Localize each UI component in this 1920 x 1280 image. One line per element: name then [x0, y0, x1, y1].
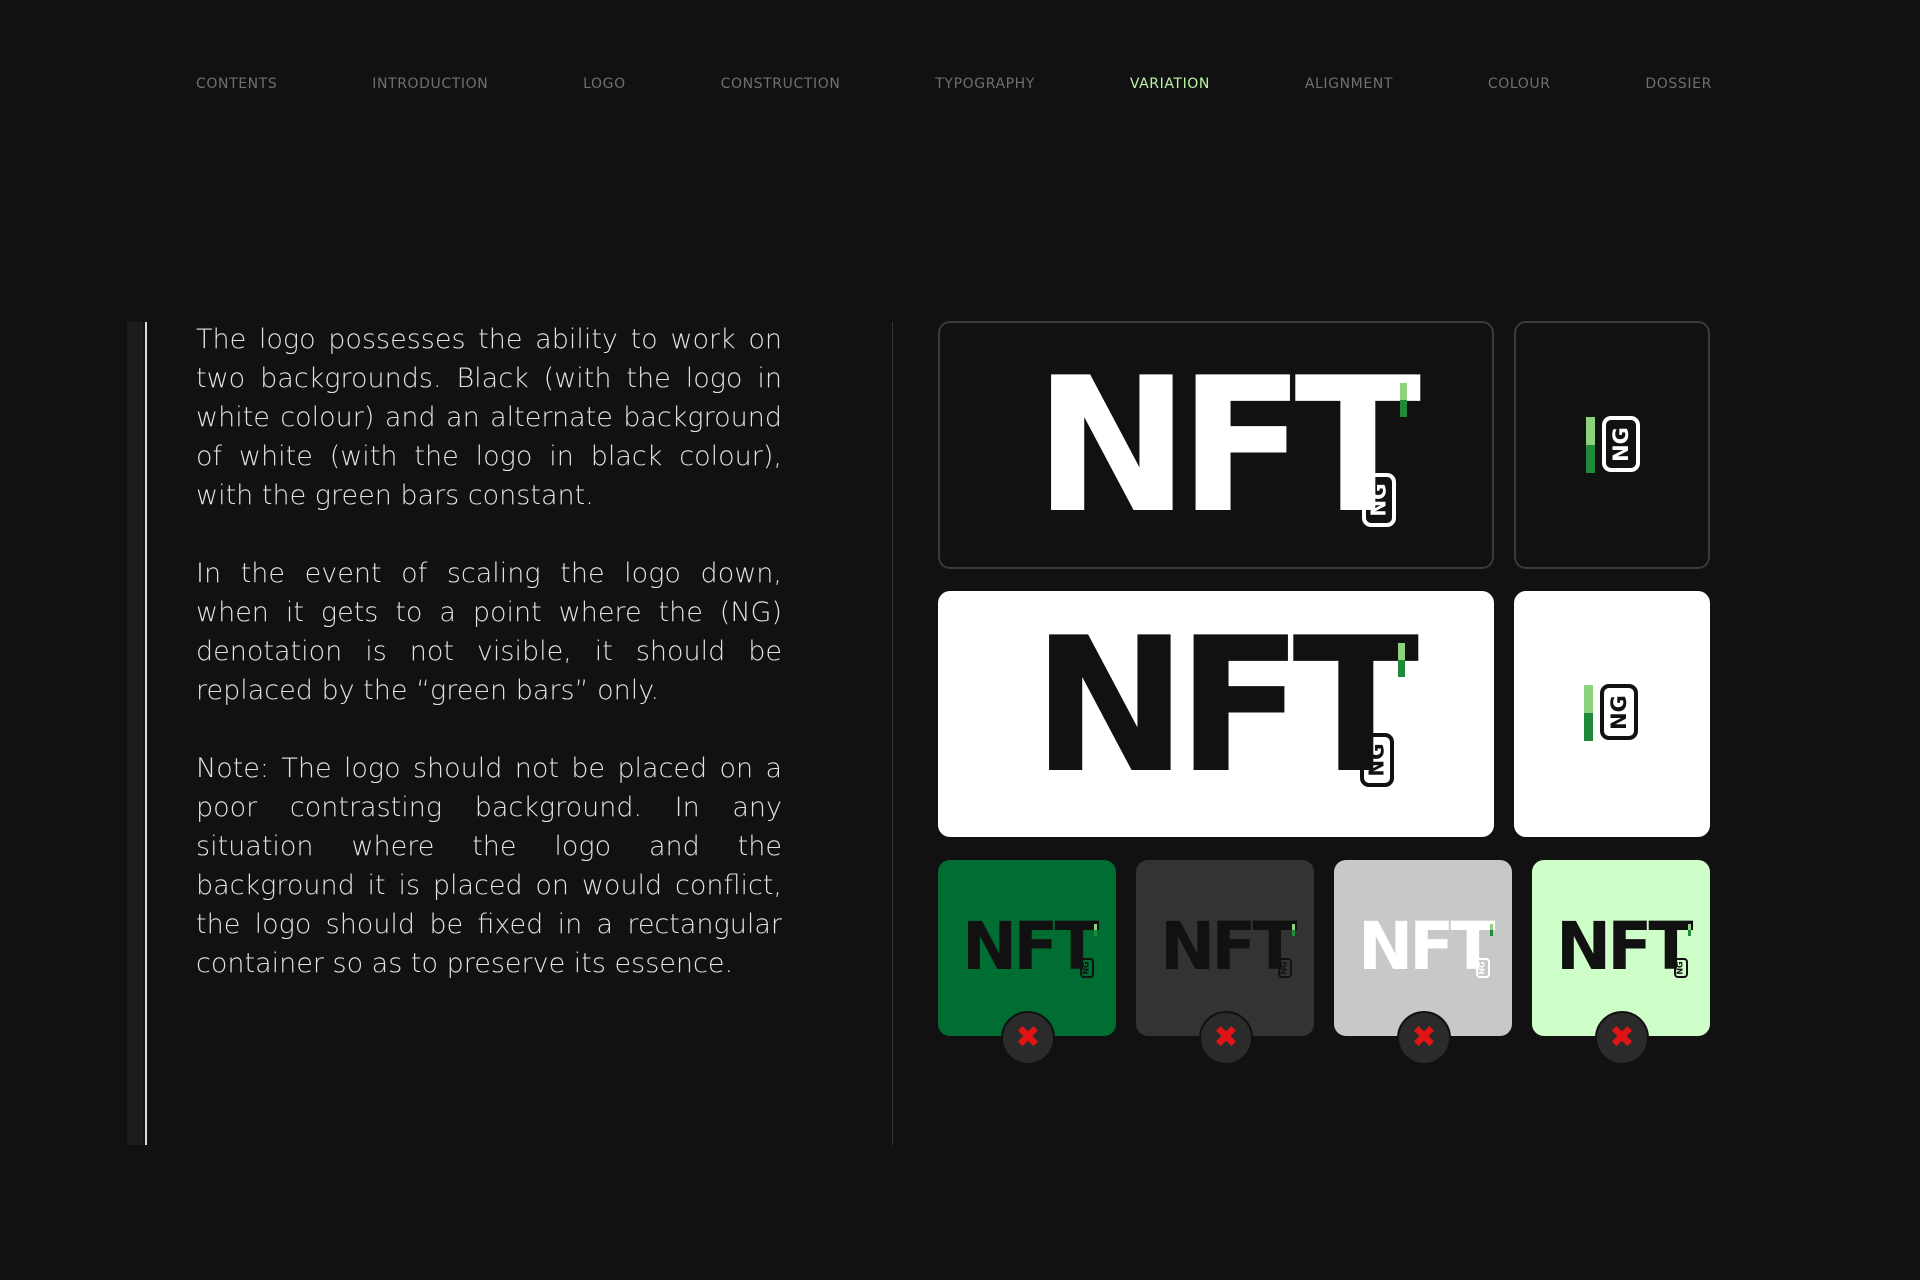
paragraph-note: Note: The logo should not be placed on a… [196, 753, 782, 979]
ng-badge: NG [1602, 416, 1640, 472]
ng-badge-text: NG [1365, 743, 1389, 777]
green-bars [1094, 924, 1097, 936]
ng-badge: NG [1278, 958, 1292, 978]
nav-logo[interactable]: LOGO [583, 76, 626, 92]
logo-wordmark: NFT [1034, 337, 1421, 554]
x-icon: ✖ [1199, 1011, 1253, 1065]
nav-alignment[interactable]: ALIGNMENT [1305, 76, 1393, 92]
description-text: The logo possesses the ability to work o… [196, 320, 782, 1022]
logo-wordmark: NFT [1160, 908, 1297, 985]
paragraph-scaling: In the event of scaling the logo down, w… [196, 558, 782, 706]
green-bars [1586, 417, 1595, 473]
left-accent-bar [127, 322, 143, 1145]
ng-badge: NG [1600, 684, 1638, 740]
ng-badge-text: NG [1367, 483, 1391, 517]
green-bars [1292, 924, 1295, 936]
column-divider [892, 322, 893, 1145]
x-icon: ✖ [1397, 1011, 1451, 1065]
top-navigation: CONTENTS INTRODUCTION LOGO CONSTRUCTION … [196, 76, 1712, 92]
logo-wordmark: NFT [962, 908, 1099, 985]
bad-bg-mint: NFT NG [1532, 860, 1710, 1036]
ng-badge: NG [1674, 958, 1688, 978]
nav-dossier[interactable]: DOSSIER [1645, 76, 1711, 92]
logo-card-white-full: NFT NG [938, 591, 1494, 837]
bad-bg-green: NFT NG [938, 860, 1116, 1036]
paragraph-backgrounds: The logo possesses the ability to work o… [196, 324, 782, 511]
x-icon: ✖ [1595, 1011, 1649, 1065]
nav-introduction[interactable]: INTRODUCTION [372, 76, 488, 92]
logo-wordmark: NFT [1032, 597, 1419, 814]
bad-bg-silver: NFT NG [1334, 860, 1512, 1036]
logo-card-black-compact: NG [1514, 321, 1710, 569]
green-bars [1398, 643, 1405, 677]
logo-card-white-compact: NG [1514, 591, 1710, 837]
green-bars [1490, 924, 1493, 936]
ng-badge: NG [1360, 733, 1394, 787]
logo-card-black-full: NFT NG [938, 321, 1494, 569]
bad-bg-grey: NFT NG [1136, 860, 1314, 1036]
x-icon: ✖ [1001, 1011, 1055, 1065]
ng-badge: NG [1080, 958, 1094, 978]
nav-construction[interactable]: CONSTRUCTION [721, 76, 841, 92]
nav-colour[interactable]: COLOUR [1488, 76, 1551, 92]
left-accent-line [145, 322, 147, 1145]
nav-contents[interactable]: CONTENTS [196, 76, 277, 92]
ng-badge-text: NG [1606, 694, 1631, 730]
nav-typography[interactable]: TYPOGRAPHY [935, 76, 1035, 92]
green-bars [1584, 685, 1593, 741]
ng-badge-text: NG [1608, 426, 1633, 462]
ng-badge: NG [1362, 473, 1396, 527]
logo-wordmark: NFT [1556, 908, 1693, 985]
green-bars [1688, 924, 1691, 936]
ng-badge: NG [1476, 958, 1490, 978]
nav-variation[interactable]: VARIATION [1130, 76, 1210, 92]
logo-wordmark: NFT [1358, 908, 1495, 985]
green-bars [1400, 383, 1407, 417]
